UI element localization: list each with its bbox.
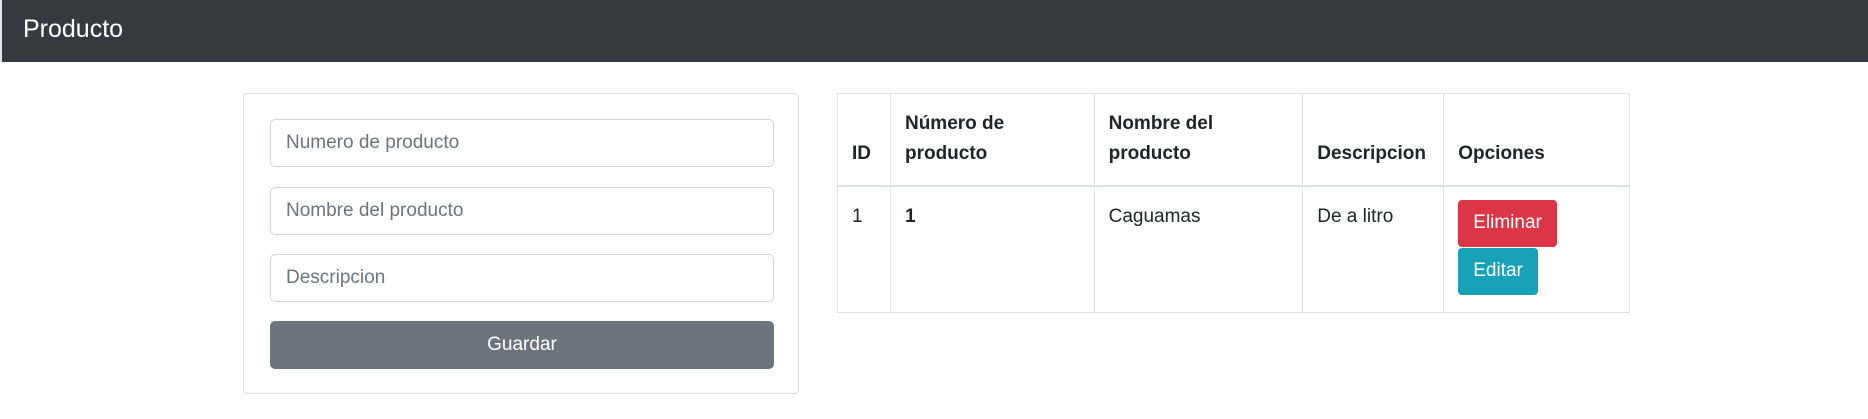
navbar-brand[interactable]: Producto [23, 14, 123, 44]
header-id: ID [837, 93, 891, 187]
header-opciones: Opciones [1443, 93, 1630, 187]
header-numero-line1: Número de [904, 112, 1005, 134]
editar-button[interactable]: Editar [1458, 247, 1538, 295]
header-nombre: Nombre del producto [1093, 93, 1304, 187]
guardar-button[interactable]: Guardar [270, 321, 774, 369]
cell-numero: 1 [889, 185, 1095, 313]
table-row: 1 1 Caguamas De a litro Eliminar Editar [837, 185, 1630, 313]
navbar: Producto [0, 0, 1868, 62]
cell-nombre: Caguamas [1093, 185, 1304, 313]
eliminar-button[interactable]: Eliminar [1458, 199, 1557, 247]
header-nombre-line1: Nombre del [1108, 112, 1214, 134]
cell-id: 1 [837, 185, 891, 313]
numero-producto-input[interactable] [270, 119, 774, 167]
cell-opciones: Eliminar Editar [1443, 185, 1630, 313]
header-row: ID Número de producto Nombre del producto … [837, 93, 1630, 187]
products-table: ID Número de producto Nombre del producto … [837, 93, 1630, 313]
header-numero-line2: producto [904, 142, 988, 164]
header-numero: Número de producto [889, 93, 1095, 187]
nombre-producto-input[interactable] [270, 187, 774, 235]
header-nombre-line2: producto [1108, 142, 1191, 164]
table-header: ID Número de producto Nombre del producto … [837, 93, 1630, 187]
descripcion-input[interactable] [270, 254, 774, 302]
product-form-card: Guardar [243, 93, 799, 394]
header-descripcion: Descripcion [1302, 93, 1445, 187]
cell-descripcion: De a litro [1302, 185, 1445, 313]
table-body: 1 1 Caguamas De a litro Eliminar Editar [837, 185, 1630, 313]
